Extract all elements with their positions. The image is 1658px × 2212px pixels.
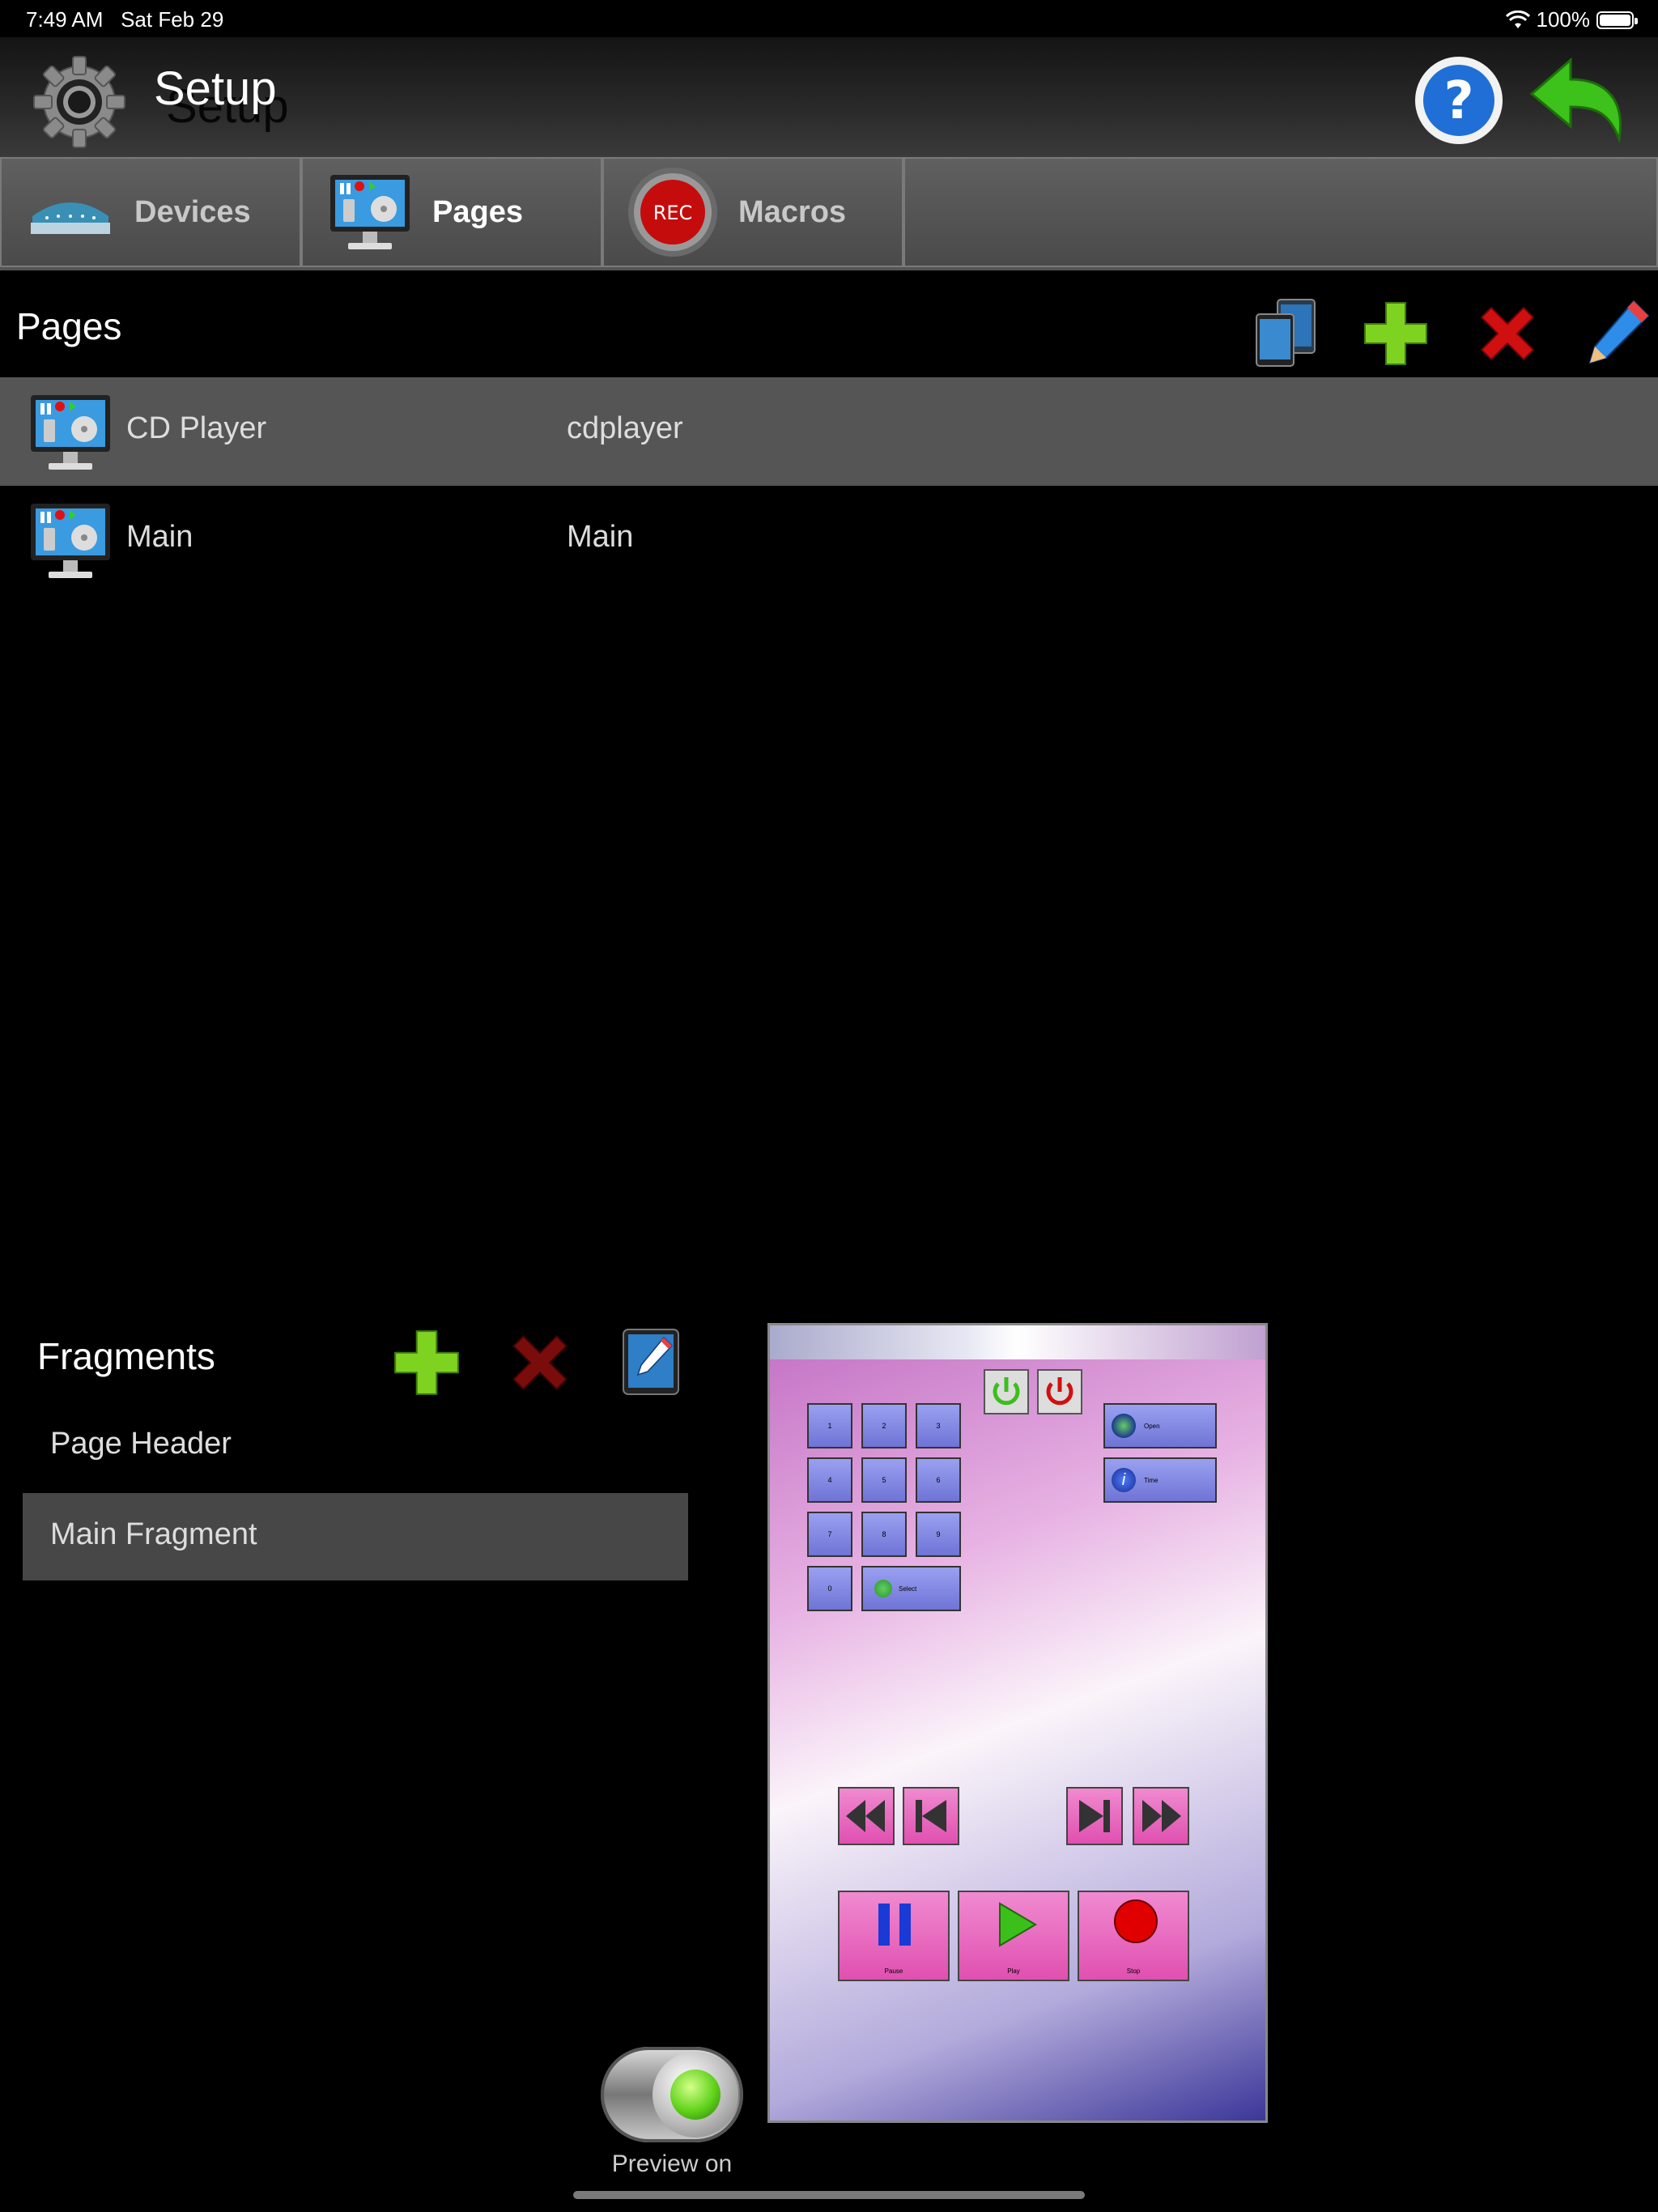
info-icon: i [1112, 1468, 1136, 1492]
prev-track-button [903, 1787, 959, 1845]
page-row[interactable]: Main Main [0, 486, 1658, 594]
time-label: Time [1144, 1476, 1158, 1484]
fragment-item[interactable]: Main Fragment [23, 1493, 688, 1580]
home-indicator [573, 2191, 1085, 2199]
page-file: cdplayer [567, 411, 683, 445]
tab-bar: Devices Pages REC Macros [0, 157, 1658, 270]
select-button: Select [861, 1566, 961, 1611]
svg-text:?: ? [1443, 71, 1473, 131]
add-fragment-icon[interactable] [392, 1328, 461, 1397]
keypad-key: 5 [861, 1457, 907, 1503]
add-page-icon[interactable] [1362, 300, 1430, 368]
play-button: Play [958, 1891, 1069, 1981]
eject-icon [1112, 1414, 1136, 1438]
tab-macros[interactable]: REC Macros [602, 157, 903, 267]
keypad-key: 1 [807, 1403, 852, 1448]
pause-button: Pause [838, 1891, 950, 1981]
time-button: i Time [1103, 1457, 1217, 1503]
tab-empty [903, 157, 1658, 267]
preview-header [770, 1325, 1265, 1359]
monitor-remote-icon [330, 175, 410, 249]
page-title: Setup [154, 62, 277, 115]
fragments-section-title: Fragments [37, 1335, 215, 1377]
stop-button: Stop [1078, 1891, 1189, 1981]
edit-pencil-icon[interactable] [1585, 296, 1653, 368]
open-button: Open [1103, 1403, 1217, 1448]
open-label: Open [1144, 1422, 1160, 1430]
tab-pages[interactable]: Pages [301, 157, 602, 267]
page-name: CD Player [126, 411, 267, 445]
fast-forward-button [1133, 1787, 1189, 1845]
page-name: Main [126, 520, 193, 554]
record-icon [1114, 1899, 1158, 1943]
page-preview: 1 2 3 4 5 6 7 8 9 0 Select Open i Time P… [767, 1323, 1268, 2123]
toggle-led-icon [670, 2069, 721, 2120]
next-track-icon [1079, 1800, 1110, 1832]
help-icon[interactable]: ? [1414, 55, 1504, 146]
delete-fragment-icon[interactable] [507, 1329, 573, 1396]
fragment-name: Page Header [50, 1427, 232, 1461]
keypad-key: 3 [916, 1403, 961, 1448]
power-off-icon [1037, 1369, 1082, 1414]
status-bar: 7:49 AM Sat Feb 29 100% [0, 0, 1658, 37]
battery-percent: 100% [1536, 7, 1591, 32]
page-row[interactable]: CD Player cdplayer [0, 377, 1658, 486]
fragment-item[interactable]: Page Header [23, 1402, 688, 1490]
wifi-icon [1505, 10, 1530, 28]
keypad-key: 8 [861, 1512, 907, 1557]
tab-macros-label: Macros [738, 194, 847, 229]
edit-fragment-icon[interactable] [620, 1326, 682, 1397]
router-icon [31, 202, 110, 234]
title-bar: Setup Setup ? [0, 37, 1658, 159]
rec-icon: REC [628, 168, 717, 257]
rewind-icon [846, 1800, 885, 1832]
gear-icon[interactable] [32, 55, 126, 149]
page-file: Main [567, 520, 634, 554]
toggle-knob [653, 2052, 738, 2138]
prev-track-icon [916, 1800, 946, 1832]
keypad-key: 4 [807, 1457, 852, 1503]
back-arrow-icon[interactable] [1528, 55, 1630, 146]
svg-text:REC: REC [653, 202, 693, 224]
delete-page-icon[interactable] [1475, 301, 1540, 366]
power-on-icon [984, 1369, 1029, 1414]
fast-forward-icon [1142, 1800, 1181, 1832]
monitor-remote-icon [31, 395, 110, 470]
keypad-key: 9 [916, 1512, 961, 1557]
stop-label: Stop [1126, 1967, 1141, 1975]
play-icon [999, 1902, 1037, 1947]
status-date: Sat Feb 29 [121, 7, 224, 32]
status-time: 7:49 AM Sat Feb 29 [26, 7, 224, 32]
tab-pages-label: Pages [432, 194, 523, 229]
tab-devices[interactable]: Devices [0, 157, 301, 267]
play-label: Play [1007, 1967, 1020, 1975]
preview-toggle[interactable] [601, 2047, 743, 2142]
rewind-button [838, 1787, 895, 1845]
keypad-key: 6 [916, 1457, 961, 1503]
pause-label: Pause [884, 1967, 903, 1975]
battery-icon [1596, 11, 1638, 29]
select-icon [874, 1580, 892, 1597]
monitor-remote-icon [31, 504, 110, 578]
tab-devices-label: Devices [134, 194, 251, 229]
keypad-key: 7 [807, 1512, 852, 1557]
keypad-key: 0 [807, 1566, 852, 1611]
pages-section-title: Pages [16, 305, 122, 347]
next-track-button [1066, 1787, 1123, 1845]
status-right: 100% [1505, 7, 1638, 32]
fragment-name: Main Fragment [50, 1517, 257, 1551]
keypad-key: 2 [861, 1403, 907, 1448]
pause-icon [878, 1904, 911, 1946]
select-label: Select [899, 1585, 917, 1593]
devices-icon[interactable] [1253, 296, 1318, 368]
preview-toggle-label: Preview on [611, 2150, 733, 2177]
